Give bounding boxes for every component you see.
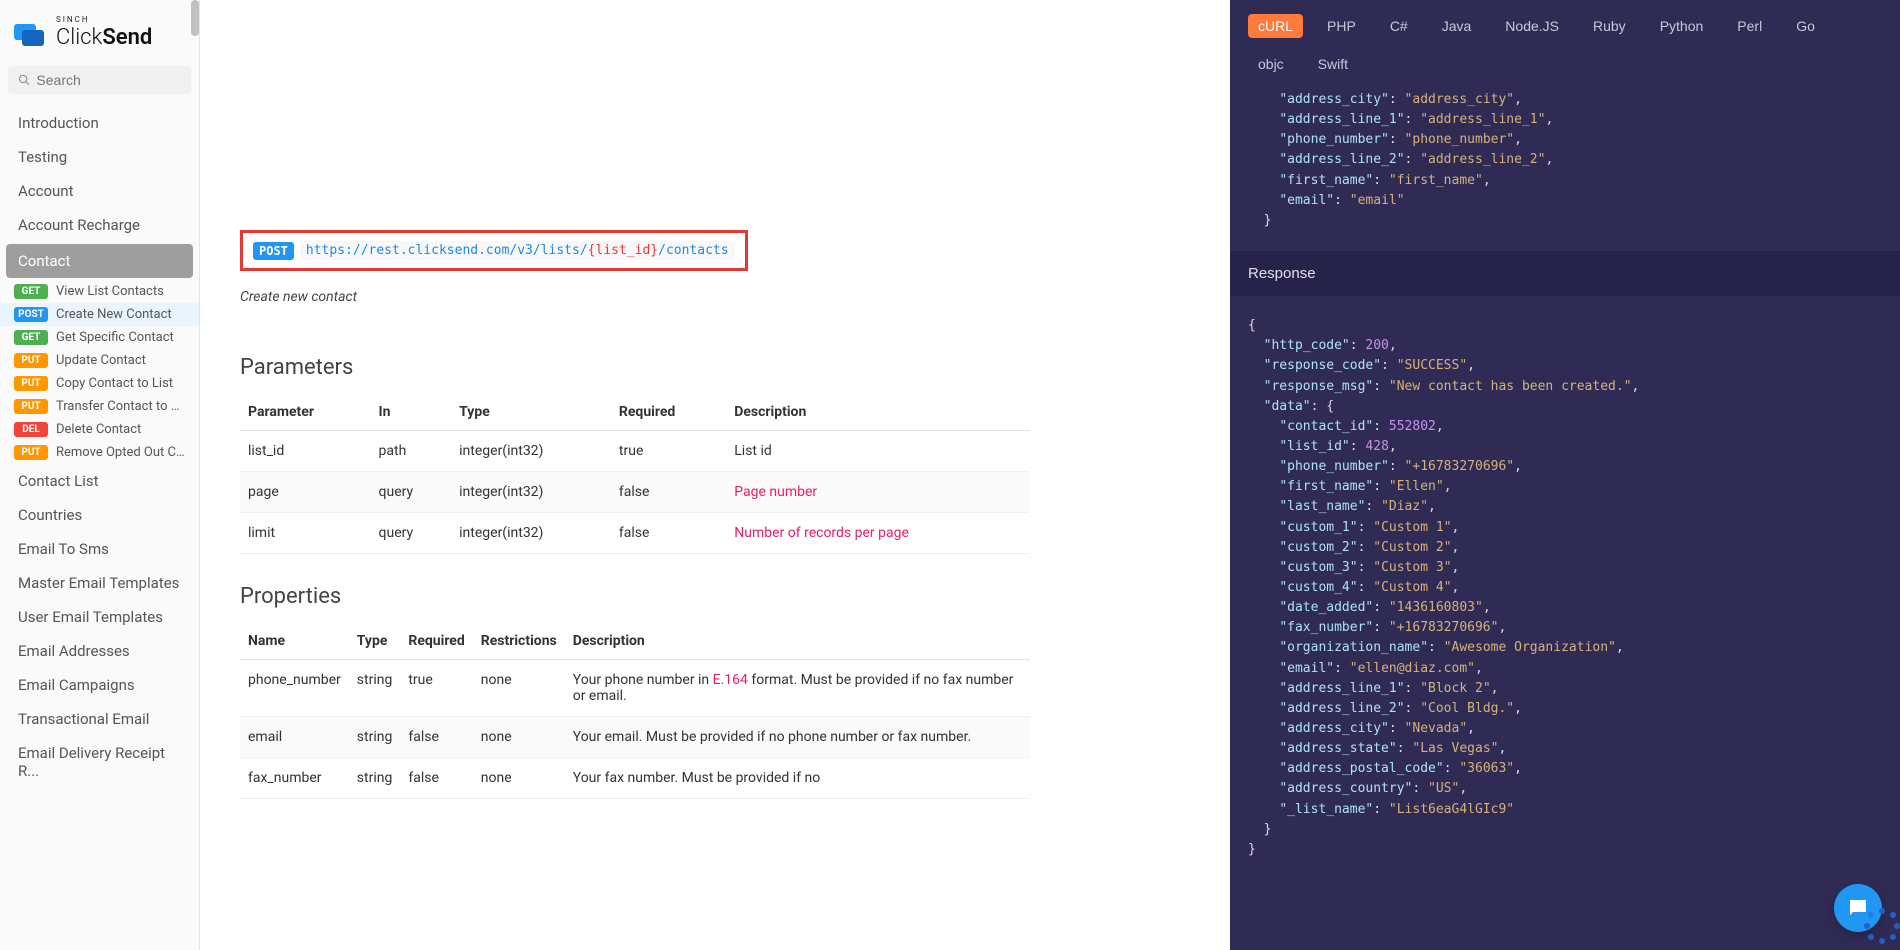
- method-badge: POST: [14, 307, 48, 322]
- method-badge: PUT: [14, 399, 48, 414]
- sub-item-label: Get Specific Contact: [56, 330, 185, 345]
- language-tabs: cURL PHP C# Java Node.JS Ruby Python Perl Go objc…: [1230, 0, 1900, 90]
- endpoint-description: Create new contact: [240, 289, 1030, 305]
- endpoint-url[interactable]: https://rest.clicksend.com/v3/lists/{lis…: [300, 241, 735, 260]
- parameters-table: ParameterInTypeRequiredDescription list_…: [240, 394, 1030, 554]
- lang-tab-swift[interactable]: Swift: [1308, 52, 1358, 76]
- col-restrictions: Restrictions: [473, 623, 565, 660]
- lang-tab-nodejs[interactable]: Node.JS: [1495, 14, 1569, 38]
- nav-item-contact[interactable]: Contact: [6, 244, 193, 278]
- endpoint-method-badge: POST: [253, 242, 294, 260]
- brand-logo[interactable]: SINCH ClickSend: [0, 0, 199, 60]
- col-parameter: Parameter: [240, 394, 371, 431]
- nav-item-account-recharge[interactable]: Account Recharge: [0, 208, 199, 242]
- table-row: pagequeryinteger(int32)falsePage number: [240, 472, 1030, 513]
- sub-item-label: Transfer Contact to List: [56, 399, 185, 414]
- nav-item-email-addresses[interactable]: Email Addresses: [0, 634, 199, 668]
- main-content: POST https://rest.clicksend.com/v3/lists…: [200, 0, 1230, 950]
- lang-tab-perl[interactable]: Perl: [1727, 14, 1772, 38]
- nav-item-countries[interactable]: Countries: [0, 498, 199, 532]
- method-badge: PUT: [14, 445, 48, 460]
- table-row: fax_numberstringfalsenoneYour fax number…: [240, 758, 1030, 799]
- doc-link[interactable]: Page number: [734, 484, 817, 500]
- svg-text:ClickSend: ClickSend: [56, 25, 152, 50]
- sub-item-label: Remove Opted Out Cont...: [56, 445, 185, 460]
- search-input-wrap[interactable]: [8, 66, 191, 94]
- sub-item-copy-contact-to-list[interactable]: PUT Copy Contact to List: [0, 372, 199, 395]
- lang-tab-curl[interactable]: cURL: [1248, 14, 1303, 38]
- col-description: Description: [565, 623, 1030, 660]
- nav-item-user-email-templates[interactable]: User Email Templates: [0, 600, 199, 634]
- nav-item-contact-list[interactable]: Contact List: [0, 464, 199, 498]
- table-row: phone_numberstringtruenoneYour phone num…: [240, 660, 1030, 717]
- nav-item-email-to-sms[interactable]: Email To Sms: [0, 532, 199, 566]
- properties-heading: Properties: [240, 584, 1030, 609]
- method-badge: PUT: [14, 353, 48, 368]
- sub-item-label: Create New Contact: [56, 307, 185, 322]
- col-required: Required: [611, 394, 726, 431]
- sub-item-remove-opted-out-cont-[interactable]: PUT Remove Opted Out Cont...: [0, 441, 199, 464]
- response-heading: Response: [1230, 251, 1900, 296]
- nav-item-introduction[interactable]: Introduction: [0, 106, 199, 140]
- lang-tab-ruby[interactable]: Ruby: [1583, 14, 1636, 38]
- sub-item-delete-contact[interactable]: DEL Delete Contact: [0, 418, 199, 441]
- sidebar-scrollbar[interactable]: [191, 0, 199, 36]
- table-row: limitqueryinteger(int32)falseNumber of r…: [240, 513, 1030, 554]
- nav-item-account[interactable]: Account: [0, 174, 199, 208]
- nav-item-master-email-templates[interactable]: Master Email Templates: [0, 566, 199, 600]
- nav-item-email-campaigns[interactable]: Email Campaigns: [0, 668, 199, 702]
- col-required: Required: [400, 623, 472, 660]
- request-code-block[interactable]: "address_city": "address_city", "address…: [1230, 90, 1900, 251]
- table-row: list_idpathinteger(int32)trueList id: [240, 431, 1030, 472]
- nav-item-testing[interactable]: Testing: [0, 140, 199, 174]
- col-description: Description: [726, 394, 1030, 431]
- properties-table: NameTypeRequiredRestrictionsDescription …: [240, 623, 1030, 799]
- parameters-heading: Parameters: [240, 355, 1030, 380]
- nav: IntroductionTestingAccountAccount Rechar…: [0, 106, 199, 828]
- code-panel: cURL PHP C# Java Node.JS Ruby Python Perl Go objc…: [1230, 0, 1900, 950]
- nav-item-email-delivery-receipt-r-[interactable]: Email Delivery Receipt R...: [0, 736, 199, 788]
- sub-item-label: Delete Contact: [56, 422, 185, 437]
- sub-item-get-specific-contact[interactable]: GET Get Specific Contact: [0, 326, 199, 349]
- sub-item-label: Update Contact: [56, 353, 185, 368]
- doc-link[interactable]: Number of records per page: [734, 525, 909, 541]
- sub-item-view-list-contacts[interactable]: GET View List Contacts: [0, 280, 199, 303]
- method-badge: GET: [14, 330, 48, 345]
- doc-link[interactable]: E.164: [713, 672, 748, 688]
- lang-tab-objc[interactable]: objc: [1248, 52, 1294, 76]
- response-code-block[interactable]: { "http_code": 200, "response_code": "SU…: [1230, 296, 1900, 880]
- sub-item-label: View List Contacts: [56, 284, 185, 299]
- lang-tab-go[interactable]: Go: [1786, 14, 1825, 38]
- col-in: In: [371, 394, 452, 431]
- lang-tab-c[interactable]: C#: [1380, 14, 1418, 38]
- method-badge: GET: [14, 284, 48, 299]
- col-type: Type: [451, 394, 611, 431]
- method-badge: DEL: [14, 422, 48, 437]
- sub-item-transfer-contact-to-list[interactable]: PUT Transfer Contact to List: [0, 395, 199, 418]
- nav-item-transactional-email[interactable]: Transactional Email: [0, 702, 199, 736]
- lang-tab-java[interactable]: Java: [1432, 14, 1482, 38]
- endpoint-highlight-box: POST https://rest.clicksend.com/v3/lists…: [240, 230, 748, 271]
- method-badge: PUT: [14, 376, 48, 391]
- search-input[interactable]: [36, 72, 181, 88]
- sub-item-update-contact[interactable]: PUT Update Contact: [0, 349, 199, 372]
- lang-tab-python[interactable]: Python: [1650, 14, 1714, 38]
- lang-tab-php[interactable]: PHP: [1317, 14, 1366, 38]
- col-type: Type: [349, 623, 401, 660]
- table-row: emailstringfalsenoneYour email. Must be …: [240, 717, 1030, 758]
- sub-item-label: Copy Contact to List: [56, 376, 185, 391]
- brand-superscript: SINCH: [56, 15, 90, 24]
- search-icon: [18, 73, 30, 87]
- sub-item-create-new-contact[interactable]: POST Create New Contact: [0, 303, 199, 326]
- col-name: Name: [240, 623, 349, 660]
- sidebar: SINCH ClickSend IntroductionTestingAccou…: [0, 0, 200, 950]
- loading-spinner-icon: [1864, 908, 1900, 944]
